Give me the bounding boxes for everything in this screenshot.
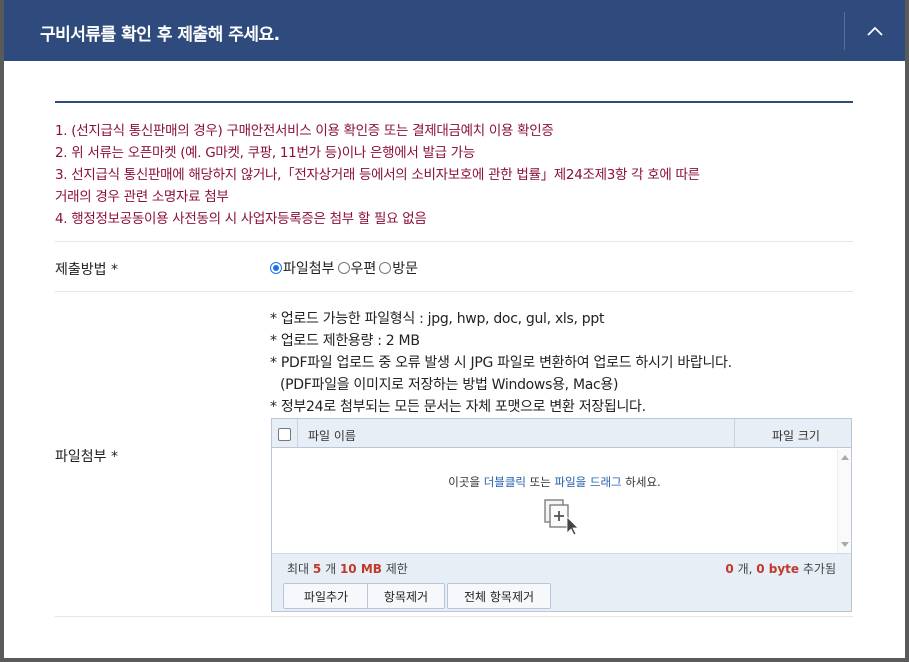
notice-item: 4. 행정정보공동이용 사전동의 시 사업자등록증은 첨부 할 필요 없음 [55, 211, 427, 227]
column-file-name: 파일 이름 [308, 429, 356, 443]
select-all-checkbox[interactable] [278, 428, 291, 441]
upload-info-line: * 업로드 가능한 파일형식 : jpg, hwp, doc, gul, xls… [270, 311, 605, 327]
notice-item: 3. 선지급식 통신판매에 해당하지 않거나,「전자상거래 등에서의 소비자보호… [55, 167, 700, 183]
submit-method-label: 제출방법 * [55, 262, 118, 278]
status-text: 개 [321, 562, 340, 576]
radio-file-attach[interactable]: 파일첨부 [270, 258, 335, 278]
uploader-header: 파일 이름 파일 크기 [272, 419, 851, 448]
radio-dot[interactable] [337, 262, 350, 274]
column-file-size: 파일 크기 [772, 429, 820, 443]
added-file-count: 0 [725, 562, 734, 576]
drop-zone-message: 이곳을 더블클릭 또는 파일을 드래그 하세요. [272, 474, 837, 490]
uploader-status: 최대 5 개 10 MB 제한 0 개, 0 byte 추가됨 [272, 553, 851, 581]
notice-item: 거래의 경우 관련 소명자료 첨부 [55, 189, 229, 205]
add-file-button[interactable]: 파일추가 [283, 583, 369, 609]
status-text: 제한 [381, 562, 408, 576]
pdf-guide-line[interactable]: (PDF파일을 이미지로 저장하는 방법 Windows용, Mac용) [270, 374, 732, 396]
submit-method-radio-group: 파일첨부 우편 방문 [270, 258, 418, 278]
remove-all-button[interactable]: 전체 항목제거 [447, 583, 551, 609]
chevron-up-icon [867, 26, 883, 36]
column-divider [734, 419, 735, 448]
divider [55, 241, 853, 242]
drop-text-highlight: 파일을 드래그 [554, 475, 622, 489]
file-uploader: 파일 이름 파일 크기 이곳을 더블클릭 또는 파일을 드래그 하세요. 최대 … [271, 418, 852, 612]
uploader-buttons: 파일추가 항목제거 전체 항목제거 [272, 581, 851, 611]
scroll-up-arrow-icon[interactable] [841, 455, 849, 460]
radio-dot[interactable] [379, 262, 392, 274]
divider [55, 616, 853, 617]
column-divider [297, 419, 298, 448]
drop-zone-scrollbar[interactable] [837, 449, 851, 553]
upload-limit-text: 최대 5 개 10 MB 제한 [287, 560, 408, 577]
add-file-icon [544, 499, 579, 536]
upload-added-text: 0 개, 0 byte 추가됨 [725, 560, 836, 577]
scroll-down-arrow-icon[interactable] [841, 542, 849, 547]
file-attach-label: 파일첨부 * [55, 449, 118, 465]
radio-label: 파일첨부 [283, 261, 335, 277]
section-title: 구비서류를 확인 후 제출해 주세요. [40, 25, 280, 45]
added-file-size: 0 byte [756, 562, 800, 576]
upload-info: * 업로드 가능한 파일형식 : jpg, hwp, doc, gul, xls… [270, 308, 732, 418]
drop-text: 이곳을 [448, 475, 484, 489]
upload-info-line: * 업로드 제한용량 : 2 MB [270, 333, 420, 349]
status-text: 추가됨 [799, 562, 836, 576]
status-text: 개, [733, 562, 757, 576]
drop-text-highlight: 더블클릭 [483, 475, 527, 489]
section-top-rule [55, 101, 853, 103]
radio-mail[interactable]: 우편 [337, 258, 377, 278]
notice-list: 1. (선지급식 통신판매의 경우) 구매안전서비스 이용 확인증 또는 결제대… [55, 120, 855, 230]
radio-label: 방문 [392, 261, 419, 277]
status-text: 최대 [287, 562, 313, 576]
collapse-button[interactable] [845, 0, 905, 61]
radio-visit[interactable]: 방문 [379, 258, 418, 278]
notice-item: 1. (선지급식 통신판매의 경우) 구매안전서비스 이용 확인증 또는 결제대… [55, 123, 554, 139]
drop-zone[interactable]: 이곳을 더블클릭 또는 파일을 드래그 하세요. [272, 449, 837, 553]
upload-info-line: * PDF파일 업로드 중 오류 발생 시 JPG 파일로 변환하여 업로드 하… [270, 355, 732, 371]
section-header: 구비서류를 확인 후 제출해 주세요. [4, 0, 905, 61]
radio-label: 우편 [350, 261, 377, 277]
remove-item-button[interactable]: 항목제거 [367, 583, 445, 609]
divider [55, 291, 853, 292]
upload-info-line: * 정부24로 첨부되는 모든 문서는 자체 포맷으로 변환 저장됩니다. [270, 399, 646, 415]
drop-text: 또는 [526, 475, 555, 489]
max-file-size: 10 MB [339, 562, 382, 576]
radio-dot[interactable] [270, 262, 282, 274]
drop-text: 하세요. [621, 475, 661, 489]
notice-item: 2. 위 서류는 오픈마켓 (예. G마켓, 쿠팡, 11번가 등)이나 은행에… [55, 145, 475, 161]
max-file-count: 5 [312, 562, 322, 576]
